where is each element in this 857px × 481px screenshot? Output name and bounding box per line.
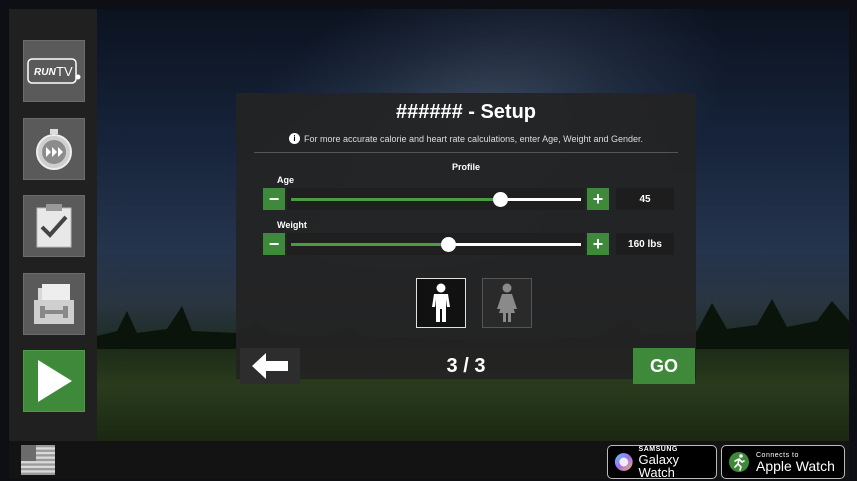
workout-log-button[interactable] bbox=[23, 195, 85, 257]
apple-watch-badge[interactable]: Connects to Apple Watch bbox=[721, 445, 845, 479]
runtv-logo-icon: RUN TV bbox=[27, 58, 81, 84]
left-nav-rail: RUN TV bbox=[9, 9, 97, 441]
runner-icon bbox=[729, 452, 749, 472]
age-slider[interactable] bbox=[291, 192, 581, 207]
bottom-bar: SAMSUNG Galaxy Watch Connects to Apple W… bbox=[9, 441, 849, 479]
us-flag-icon bbox=[21, 445, 55, 475]
age-label: Age bbox=[277, 175, 295, 185]
start-play-button[interactable] bbox=[23, 350, 85, 412]
age-value: 45 bbox=[616, 188, 674, 210]
galaxy-watch-icon bbox=[614, 453, 633, 471]
info-message: i For more accurate calorie and heart ra… bbox=[236, 133, 696, 144]
setup-dialog: ###### - Setup i For more accurate calor… bbox=[236, 93, 696, 384]
gender-female-button[interactable] bbox=[482, 278, 532, 328]
info-icon: i bbox=[288, 133, 300, 144]
app-screen: RUN TV ###### - Setup i For more accurat… bbox=[9, 9, 849, 479]
info-text: For more accurate calorie and heart rate… bbox=[303, 133, 644, 144]
clipboard-check-icon bbox=[36, 204, 72, 248]
profile-section-label: Profile bbox=[451, 162, 480, 172]
stopwatch-button[interactable] bbox=[23, 118, 85, 180]
svg-text:TV: TV bbox=[56, 64, 73, 79]
apple-big-text: Apple Watch bbox=[756, 457, 835, 474]
age-decrement-button[interactable]: − bbox=[263, 188, 285, 210]
age-increment-button[interactable]: + bbox=[587, 188, 609, 210]
weight-increment-button[interactable]: + bbox=[587, 233, 609, 255]
weight-slider-row: − + 160 lbs bbox=[263, 233, 675, 257]
age-slider-thumb[interactable] bbox=[492, 192, 508, 207]
weight-label: Weight bbox=[277, 220, 307, 230]
stopwatch-icon bbox=[36, 129, 72, 170]
samsung-galaxy-watch-badge[interactable]: SAMSUNG Galaxy Watch bbox=[607, 445, 717, 479]
play-icon bbox=[38, 360, 72, 402]
male-icon bbox=[432, 283, 450, 322]
go-button[interactable]: GO bbox=[633, 348, 695, 384]
female-icon bbox=[497, 283, 517, 322]
divider bbox=[254, 152, 678, 153]
gender-male-button[interactable] bbox=[416, 278, 466, 328]
runtv-logo-button[interactable]: RUN TV bbox=[23, 40, 85, 102]
weight-decrement-button[interactable]: − bbox=[263, 233, 285, 255]
language-flag-button[interactable] bbox=[21, 445, 55, 475]
weight-slider[interactable] bbox=[291, 237, 581, 252]
weight-slider-thumb[interactable] bbox=[440, 237, 456, 252]
dialog-title: ###### - Setup bbox=[395, 101, 537, 123]
samsung-big-text: Galaxy Watch bbox=[638, 451, 680, 479]
age-slider-row: − + 45 bbox=[263, 188, 675, 212]
saved-workouts-button[interactable] bbox=[23, 273, 85, 335]
weight-value: 160 lbs bbox=[616, 233, 674, 255]
dialog-footer: 3 / 3 GO bbox=[236, 346, 696, 384]
folder-dumbbell-icon bbox=[34, 284, 74, 324]
svg-text:RUN: RUN bbox=[34, 67, 56, 78]
step-indicator: 3 / 3 bbox=[446, 355, 486, 377]
